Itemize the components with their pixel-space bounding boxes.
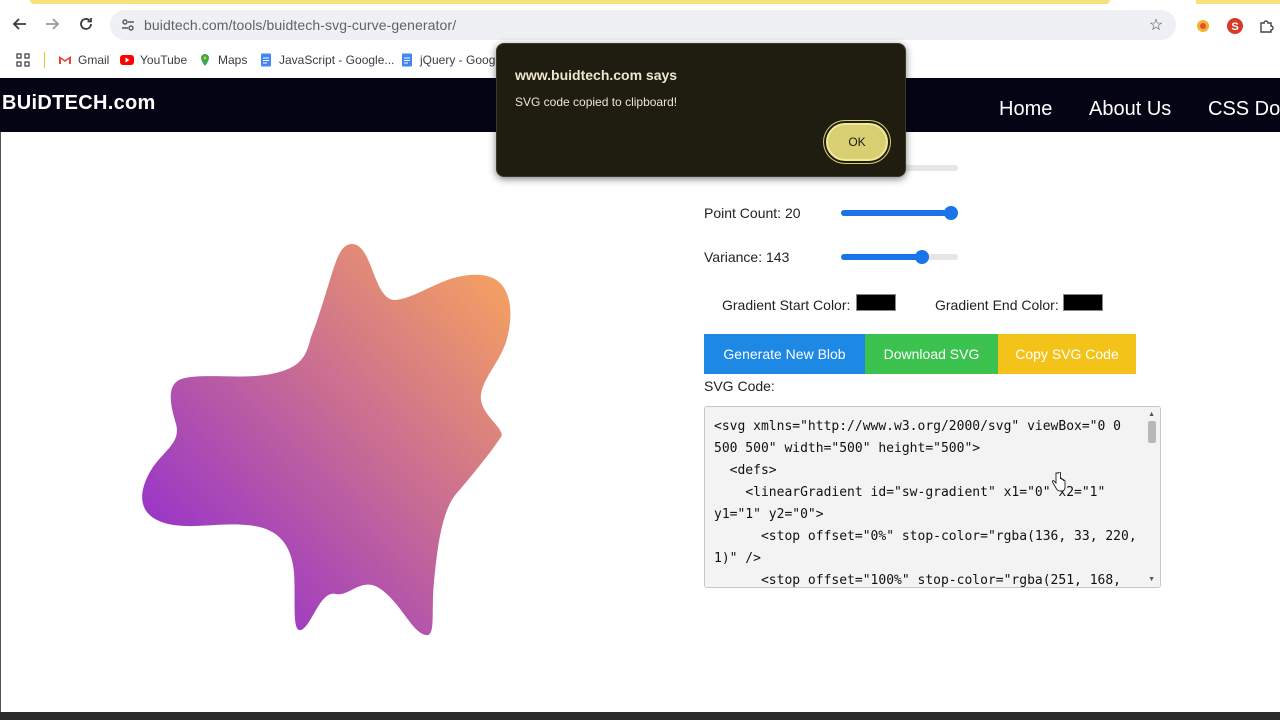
bookmark-youtube[interactable]: YouTube [120, 51, 187, 69]
code-scrollbar[interactable]: ▲ ▼ [1144, 407, 1160, 587]
alert-title: www.buidtech.com says [515, 67, 678, 83]
variance-slider-thumb[interactable] [915, 250, 929, 264]
url-text[interactable]: buidtech.com/tools/buidtech-svg-curve-ge… [144, 17, 456, 33]
extensions-puzzle-icon[interactable] [1256, 16, 1276, 36]
svg-code-label: SVG Code: [704, 378, 775, 394]
scroll-down-icon[interactable]: ▼ [1148, 576, 1155, 583]
bookmark-gmail[interactable]: Gmail [58, 51, 109, 69]
bookmark-jquery[interactable]: jQuery - Google [400, 51, 505, 69]
point-count-label: Point Count: 20 [704, 205, 801, 221]
browser-toolbar: buidtech.com/tools/buidtech-svg-curve-ge… [0, 4, 1280, 44]
youtube-icon [120, 53, 134, 67]
alert-ok-button[interactable]: OK [826, 123, 888, 161]
apps-grid-icon[interactable] [16, 51, 30, 69]
back-icon[interactable] [8, 12, 32, 36]
nav-home[interactable]: Home [999, 98, 1052, 121]
bookmark-maps[interactable]: Maps [198, 51, 247, 69]
bookmark-star-icon[interactable]: ☆ [1146, 15, 1166, 35]
scroll-up-icon[interactable]: ▲ [1148, 411, 1155, 418]
maps-icon [198, 53, 212, 67]
docs-icon [400, 53, 414, 67]
extension-icon[interactable] [1193, 16, 1213, 36]
copy-svg-code-button[interactable]: Copy SVG Code [998, 334, 1136, 374]
download-svg-button[interactable]: Download SVG [865, 334, 998, 374]
nav-css-doc[interactable]: CSS Doc [1208, 98, 1280, 121]
variance-label: Variance: 143 [704, 249, 790, 265]
svg-code-text[interactable]: <svg xmlns="http://www.w3.org/2000/svg" … [714, 416, 1139, 587]
address-bar[interactable]: buidtech.com/tools/buidtech-svg-curve-ge… [110, 10, 1176, 40]
taskbar-edge [0, 712, 1280, 720]
docs-icon [259, 53, 273, 67]
generate-new-blob-button[interactable]: Generate New Blob [704, 334, 865, 374]
point-count-slider[interactable] [841, 206, 958, 220]
forward-icon[interactable] [40, 12, 64, 36]
bookmarks-divider [44, 52, 45, 68]
point-count-slider-thumb[interactable] [944, 206, 958, 220]
reload-icon[interactable] [74, 12, 98, 36]
gradient-end-label: Gradient End Color: [935, 297, 1059, 313]
site-settings-icon[interactable] [118, 15, 138, 35]
hand-cursor-icon [1052, 472, 1066, 492]
blob-preview [142, 243, 511, 636]
variance-slider[interactable] [841, 250, 958, 264]
svg-text:S: S [1231, 21, 1238, 33]
blob-shape [142, 243, 511, 636]
gradient-end-color-picker[interactable] [1063, 294, 1103, 311]
alert-message: SVG code copied to clipboard! [515, 95, 678, 109]
generator-page: Point Count: 20 Variance: 143 Gradient S… [0, 132, 1280, 712]
scroll-thumb[interactable] [1148, 421, 1156, 443]
gmail-icon [58, 53, 72, 67]
gradient-start-label: Gradient Start Color: [722, 297, 851, 313]
extension-s-icon[interactable]: S [1225, 16, 1245, 36]
nav-about-us[interactable]: About Us [1089, 98, 1171, 121]
alert-dialog: www.buidtech.com says SVG code copied to… [496, 43, 906, 177]
bookmark-javascript[interactable]: JavaScript - Google... [259, 51, 394, 69]
variance-slider-fill [841, 254, 922, 260]
svg-code-textarea[interactable]: <svg xmlns="http://www.w3.org/2000/svg" … [704, 406, 1161, 588]
point-count-slider-fill [841, 210, 952, 216]
site-logo[interactable]: BUiDTECH.com [2, 92, 156, 115]
gradient-start-color-picker[interactable] [856, 294, 896, 311]
